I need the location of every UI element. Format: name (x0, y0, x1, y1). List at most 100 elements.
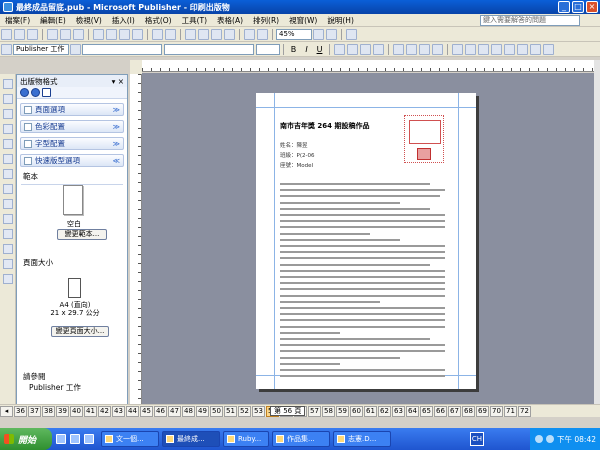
columns-icon[interactable] (244, 28, 255, 40)
text-box-icon[interactable] (3, 94, 13, 104)
send-backward-icon[interactable] (198, 28, 209, 40)
section-color-schemes[interactable]: 色彩配置 ≫ (20, 120, 124, 133)
menu-help[interactable]: 說明(H) (322, 15, 359, 26)
ruler-corner[interactable] (130, 60, 142, 74)
page-scroll-left-icon[interactable]: ◂ (0, 405, 13, 417)
taskbar-button[interactable]: 文一個... (101, 431, 159, 447)
zoom-in-icon[interactable] (326, 28, 337, 40)
paste-icon[interactable] (119, 28, 130, 40)
3d-style-icon[interactable] (543, 43, 554, 55)
font-style-combo[interactable] (82, 43, 162, 55)
shadow-style-icon[interactable] (530, 43, 541, 55)
page-button[interactable]: 47 (168, 405, 181, 417)
styles-combo[interactable]: Publisher 工作 (13, 43, 69, 55)
dash-style-icon[interactable] (504, 43, 515, 55)
italic-button[interactable]: I (301, 43, 312, 55)
zoom-combo[interactable]: 45% (276, 28, 312, 40)
justify-icon[interactable] (373, 43, 384, 55)
line-style-icon[interactable] (491, 43, 502, 55)
page-button[interactable]: 42 (98, 405, 111, 417)
taskbar-button[interactable]: 最終成... (162, 431, 220, 447)
copy-icon[interactable] (106, 28, 117, 40)
page-button[interactable]: 48 (182, 405, 195, 417)
format-painter-icon[interactable] (132, 28, 143, 40)
page-button[interactable]: 36 (14, 405, 27, 417)
underline-button[interactable]: U (314, 43, 325, 55)
page-button[interactable]: 67 (448, 405, 461, 417)
clock[interactable]: 下午 08:42 (557, 434, 596, 445)
font-name-combo[interactable] (164, 43, 254, 55)
page-button[interactable]: 64 (406, 405, 419, 417)
vertical-ruler[interactable] (130, 74, 142, 404)
design-gallery-icon[interactable] (3, 274, 13, 284)
vertical-scrollbar[interactable] (594, 60, 600, 404)
menu-file[interactable]: 檔案(F) (0, 15, 35, 26)
increase-indent-icon[interactable] (432, 43, 443, 55)
insert-table-icon[interactable] (3, 109, 13, 119)
spelling-icon[interactable] (73, 28, 84, 40)
seat-line[interactable]: 座號：Model (280, 161, 313, 169)
font-color-icon[interactable] (478, 43, 489, 55)
quick-launch-icon[interactable] (70, 434, 80, 444)
page-button[interactable]: 62 (378, 405, 391, 417)
language-indicator[interactable]: CH (470, 432, 484, 446)
page-button[interactable]: 52 (238, 405, 251, 417)
start-button[interactable]: 開始 (0, 428, 52, 450)
menu-tools[interactable]: 工具(T) (177, 15, 212, 26)
form-control-icon[interactable] (3, 244, 13, 254)
stamp-image[interactable] (404, 115, 444, 163)
page-button[interactable]: 39 (56, 405, 69, 417)
minimize-button[interactable]: _ (558, 1, 570, 13)
menu-window[interactable]: 視窗(W) (284, 15, 322, 26)
font-size-combo[interactable] (256, 43, 280, 55)
page-button[interactable]: 65 (420, 405, 433, 417)
wordart-icon[interactable] (3, 124, 13, 134)
arrow-style-icon[interactable] (517, 43, 528, 55)
close-button[interactable]: × (586, 1, 598, 13)
quick-launch-icon[interactable] (56, 434, 66, 444)
help-icon[interactable] (346, 28, 357, 40)
forward-icon[interactable] (31, 88, 40, 97)
page-button[interactable]: 71 (504, 405, 517, 417)
change-page-size-button[interactable]: 變更頁面大小... (51, 326, 109, 337)
page-button[interactable]: 49 (196, 405, 209, 417)
template-thumbnail[interactable] (63, 185, 83, 215)
page-button[interactable]: 50 (210, 405, 223, 417)
align-right-icon[interactable] (360, 43, 371, 55)
decrease-indent-icon[interactable] (419, 43, 430, 55)
page-size-thumbnail[interactable] (68, 278, 81, 298)
page-button[interactable]: 45 (140, 405, 153, 417)
page-button[interactable]: 68 (462, 405, 475, 417)
line-color-icon[interactable] (465, 43, 476, 55)
print-preview-icon[interactable] (60, 28, 71, 40)
open-icon[interactable] (14, 28, 25, 40)
task-pane-icon[interactable] (1, 43, 12, 55)
hyperlink-icon[interactable] (257, 28, 268, 40)
rectangle-icon[interactable] (3, 199, 13, 209)
menu-insert[interactable]: 插入(I) (107, 15, 140, 26)
horizontal-ruler[interactable] (142, 60, 594, 72)
arrow-icon[interactable] (3, 169, 13, 179)
rotate-icon[interactable] (211, 28, 222, 40)
print-icon[interactable] (47, 28, 58, 40)
bring-forward-icon[interactable] (185, 28, 196, 40)
taskbar-button[interactable]: 志憲.D... (333, 431, 391, 447)
page-button[interactable]: 37 (28, 405, 41, 417)
hotspot-icon[interactable] (3, 229, 13, 239)
section-page-options[interactable]: 頁面選項 ≫ (20, 103, 124, 116)
redo-icon[interactable] (165, 28, 176, 40)
publisher-app-icon[interactable] (3, 2, 13, 12)
class-line[interactable]: 班級：P(2-06 (280, 151, 314, 159)
undo-icon[interactable] (152, 28, 163, 40)
page-button[interactable]: 41 (84, 405, 97, 417)
publication-page[interactable]: 南市吉年獎 264 期設稿作品 姓名：陳昱 班級：P(2-06 座號：Model (256, 93, 476, 389)
page-button[interactable]: 63 (392, 405, 405, 417)
page-button[interactable]: 69 (476, 405, 489, 417)
styles-icon[interactable] (70, 43, 81, 55)
cut-icon[interactable] (93, 28, 104, 40)
maximize-button[interactable]: □ (572, 1, 584, 13)
line-icon[interactable] (3, 154, 13, 164)
back-icon[interactable] (20, 88, 29, 97)
page-button[interactable]: 51 (224, 405, 237, 417)
page-button[interactable]: 72 (518, 405, 531, 417)
